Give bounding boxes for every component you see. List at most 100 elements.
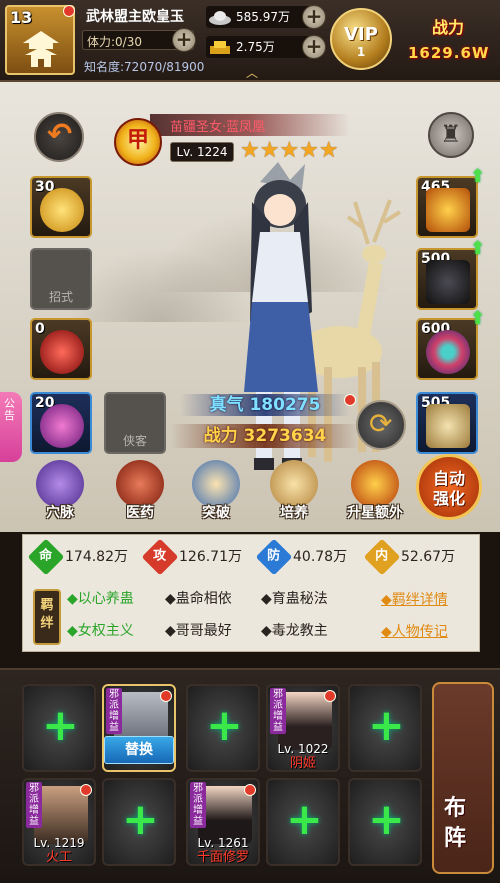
back-arrow-icon: ↶ [47, 117, 73, 152]
equip-slot-2[interactable]: 500 [416, 248, 478, 310]
meridian-icon [36, 460, 84, 508]
biography-link[interactable]: ◆人物传记 [381, 621, 448, 641]
lineup-slot-empty[interactable]: + [186, 684, 260, 772]
lineup-slot-empty[interactable]: + [102, 778, 176, 866]
attack-badge: 攻 [141, 538, 179, 576]
faction-tag: 邪派增益 [26, 782, 42, 828]
gold-resource: 2.75万 [206, 36, 316, 58]
breakthrough-icon [192, 460, 240, 508]
lineup-slot-hero[interactable]: 邪派增益 Lv. 1022 阴姬 [266, 684, 340, 772]
vip-label: VIP [344, 24, 378, 45]
add-hero-icon: + [368, 700, 405, 751]
add-hero-icon: + [368, 794, 405, 845]
skill-slot-3[interactable]: 0 [30, 318, 92, 380]
announcement-tab[interactable]: 公告 [0, 392, 22, 462]
formation-label: 布阵 [444, 796, 467, 851]
bond-item[interactable]: ◆哥哥最好 [165, 621, 232, 641]
slot-label: 招式 [48, 290, 73, 304]
swap-hero-button[interactable]: ⟳ [356, 400, 406, 450]
red-swirl-icon [40, 330, 84, 374]
func-star-up[interactable]: 升星额外 [340, 460, 410, 522]
func-medicine[interactable]: 医药 [110, 460, 170, 522]
lineup-slot-hero[interactable]: 邪派增益 Lv. 1261 千面修罗 [186, 778, 260, 866]
rank-badge: 甲 [114, 118, 162, 166]
vip-badge[interactable]: VIP 1 [330, 8, 392, 70]
armor-icon: ♜ [440, 120, 462, 148]
slot-notification-dot [324, 690, 336, 702]
upgrade-arrow-icon: ⬆ [470, 308, 486, 329]
pagoda-icon [23, 31, 59, 67]
equip-slot-1[interactable]: 465 [416, 176, 478, 238]
func-train[interactable]: 培养 [264, 460, 324, 522]
replace-button[interactable]: 替换 [104, 736, 174, 764]
equip-slot-3[interactable]: 600 [416, 318, 478, 380]
vip-level: 1 [356, 45, 366, 59]
func-label: 升星额外 [347, 505, 403, 521]
add-hero-icon: + [122, 794, 159, 845]
avatar-notification-dot [63, 5, 75, 17]
golden-weapon-icon [426, 188, 470, 232]
mount-slot[interactable]: 505 [416, 392, 478, 454]
stat-inner: 内 52.67万 [363, 538, 455, 576]
slot-notification-dot [80, 784, 92, 796]
dark-armor-icon [426, 260, 470, 304]
bond-item[interactable]: ◆蛊命相依 [165, 589, 232, 609]
companion-slot-label: 侠客 [122, 434, 147, 448]
bond-detail-link[interactable]: ◆羁绊详情 [381, 589, 448, 609]
train-icon [270, 460, 318, 508]
skill-slot-4[interactable]: 20 [30, 392, 92, 454]
collapse-arrow-icon[interactable]: ︿ [246, 64, 262, 80]
bond-item[interactable]: ◆以心养蛊 [67, 589, 134, 609]
hero-stars: ★★★★★ [240, 138, 339, 163]
slot-count: 0 [35, 321, 45, 337]
player-avatar[interactable]: 13 [5, 5, 75, 75]
add-gold-button[interactable]: + [302, 35, 326, 59]
hero-power-readout: 战力 3273634 [170, 424, 360, 448]
slot-notification-dot [160, 690, 172, 702]
attack-value: 126.71万 [179, 549, 242, 565]
lineup-slot-hero[interactable]: 邪派增益 Lv. 1219 火工 [22, 778, 96, 866]
fame-value: 72070/81900 [124, 60, 205, 74]
stat-attack: 攻 126.71万 [141, 538, 242, 576]
hp-value: 174.82万 [65, 549, 128, 565]
silver-value: 585.97万 [236, 10, 290, 24]
star-up-icon [351, 460, 399, 508]
upgrade-arrow-icon: ⬆ [470, 166, 486, 187]
skill-slot-moves[interactable]: 招式 [30, 248, 92, 310]
qi-value: 180275 [249, 395, 321, 415]
func-label: 突破 [202, 505, 230, 521]
auto-strengthen-button[interactable]: 自动强化 [416, 454, 482, 520]
func-meridian[interactable]: 穴脉 [30, 460, 90, 522]
bond-item[interactable]: ◆女权主义 [67, 621, 134, 641]
func-label: 培养 [280, 505, 308, 521]
medicine-icon [116, 460, 164, 508]
golden-swirl-icon [40, 188, 84, 232]
func-breakthrough[interactable]: 突破 [186, 460, 246, 522]
func-label: 穴脉 [46, 505, 74, 521]
hero-settings-button[interactable]: ♜ [428, 112, 474, 158]
gems-icon [426, 330, 470, 374]
companion-slot[interactable]: 侠客 [104, 392, 166, 454]
bond-item[interactable]: ◆毒龙教主 [261, 621, 328, 641]
lineup-slot-current[interactable]: 邪派增益 替换 [102, 684, 176, 772]
bond-item[interactable]: ◆育蛊秘法 [261, 589, 328, 609]
lineup-slot-empty[interactable]: + [348, 778, 422, 866]
skill-slot-1[interactable]: 30 [30, 176, 92, 238]
lineup-slot-empty[interactable]: + [22, 684, 96, 772]
qi-label: 真气 [209, 395, 244, 415]
lineup-slot-empty[interactable]: + [266, 778, 340, 866]
add-stamina-button[interactable]: + [172, 28, 196, 52]
hp-badge: 命 [27, 538, 65, 576]
formation-button[interactable]: 布阵 [432, 682, 494, 874]
stats-panel: 命 174.82万 攻 126.71万 防 40.78万 内 52.67万 羁绊 ◆以心… [22, 534, 480, 652]
gold-value: 2.75万 [236, 40, 275, 54]
gold-ingot-icon [210, 41, 230, 54]
qi-readout: 真气 180275 [180, 394, 350, 416]
add-hero-icon: + [206, 700, 243, 751]
stamina-value: 0/30 [115, 35, 142, 49]
slot-notification-dot [244, 784, 256, 796]
add-silver-button[interactable]: + [302, 5, 326, 29]
lineup-slot-empty[interactable]: + [348, 684, 422, 772]
player-level: 13 [10, 8, 33, 27]
back-button[interactable]: ↶ [34, 112, 84, 162]
